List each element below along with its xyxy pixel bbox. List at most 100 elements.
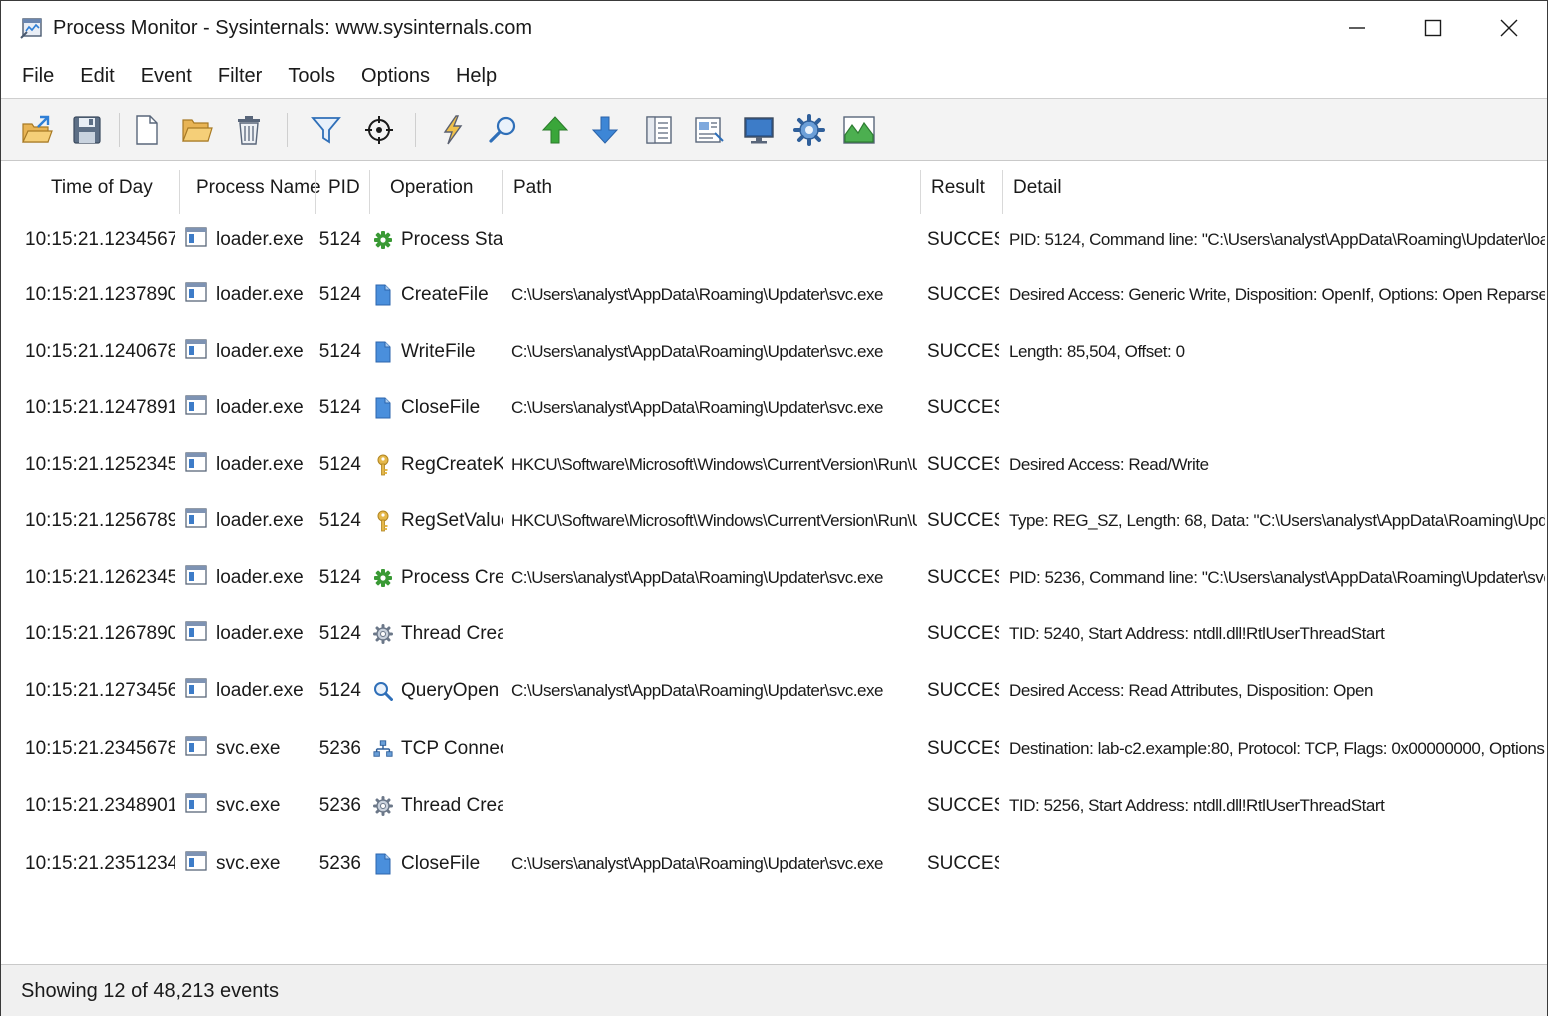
- cell-path: [511, 212, 917, 268]
- cell-operation: RegCreateKey: [373, 437, 503, 493]
- new-document-button[interactable]: [127, 111, 167, 149]
- column-header-pid[interactable]: PID: [328, 162, 360, 214]
- column-header-operation[interactable]: Operation: [390, 162, 473, 214]
- cell-time-of-day: 10:15:21.2351234: [25, 853, 175, 874]
- menu-event[interactable]: Event: [128, 59, 205, 94]
- menu-file[interactable]: File: [9, 59, 67, 94]
- column-divider[interactable]: [920, 170, 921, 214]
- find-previous-button[interactable]: [535, 111, 575, 149]
- show-profiling-button[interactable]: [839, 111, 879, 149]
- cell-time-of-day: 10:15:21.1273456: [25, 680, 175, 701]
- cell-detail: [1009, 380, 1545, 436]
- find-button[interactable]: [483, 111, 523, 149]
- menu-edit[interactable]: Edit: [67, 59, 127, 94]
- find-next-button[interactable]: [585, 111, 625, 149]
- cell-operation: CloseFile: [373, 836, 503, 892]
- open-folder-icon: [182, 119, 213, 142]
- table-row[interactable]: 10:15:21.1252345 loader.exe 5124 RegCreateK…: [1, 437, 1547, 493]
- open-log-button[interactable]: [17, 111, 57, 149]
- column-header-time[interactable]: Time of Day: [51, 162, 153, 214]
- column-divider[interactable]: [502, 170, 503, 214]
- column-divider[interactable]: [1002, 170, 1003, 214]
- process-name-text: loader.exe: [216, 680, 304, 701]
- process-name-text: loader.exe: [216, 623, 304, 644]
- monitor-icon: [744, 117, 774, 144]
- cell-time-of-day: 10:15:21.1252345: [25, 454, 175, 475]
- cell-detail: TID: 5256, Start Address: ntdll.dll!RtlU…: [1009, 796, 1385, 815]
- column-header-result[interactable]: Result: [931, 162, 985, 214]
- cell-detail: Length: 85,504, Offset: 0: [1009, 342, 1185, 361]
- column-header-process-name[interactable]: Process Name: [196, 162, 321, 214]
- save-button[interactable]: [67, 111, 107, 149]
- process-start-icon: [373, 229, 393, 251]
- cell-result: SUCCESS: [927, 567, 999, 588]
- include-process-button[interactable]: [359, 111, 399, 149]
- clear-trash-icon: [238, 116, 260, 145]
- cell-detail: TID: 5240, Start Address: ntdll.dll!RtlU…: [1009, 624, 1385, 643]
- process-window-icon: [185, 339, 207, 365]
- cell-detail: Destination: lab-c2.example:80, Protocol…: [1009, 739, 1545, 758]
- toolbar-separator: [287, 113, 288, 147]
- operation-text: CloseFile: [401, 397, 481, 418]
- table-row[interactable]: 10:15:21.1247891 loader.exe 5124 CloseFile C…: [1, 380, 1547, 436]
- maximize-button[interactable]: [1397, 1, 1469, 55]
- event-properties-icon: [695, 117, 724, 143]
- operation-text: RegSetValue: [401, 510, 503, 531]
- window-title: Process Monitor - Sysinternals: www.sysi…: [53, 17, 533, 39]
- highlight-button[interactable]: [433, 111, 473, 149]
- menu-tools[interactable]: Tools: [275, 59, 348, 94]
- operation-text: RegCreateKey: [401, 454, 503, 475]
- column-header-detail[interactable]: Detail: [1013, 162, 1062, 214]
- table-row[interactable]: 10:15:21.1267890 loader.exe 5124 Thread Cre…: [1, 606, 1547, 662]
- open-folder-button[interactable]: [177, 111, 217, 149]
- event-properties-button[interactable]: [689, 111, 729, 149]
- cell-operation: CloseFile: [373, 380, 503, 436]
- process-window-icon: [185, 793, 207, 819]
- file-icon: [373, 284, 393, 306]
- cell-path: C:\Users\analyst\AppData\Roaming\Updater…: [511, 342, 883, 361]
- cell-detail: Desired Access: Generic Write, Dispositi…: [1009, 285, 1545, 304]
- table-row[interactable]: 10:15:21.1273456 loader.exe 5124 QueryOpen C…: [1, 663, 1547, 719]
- cell-pid: 5124: [318, 229, 361, 250]
- filter-button[interactable]: [306, 111, 346, 149]
- close-button[interactable]: [1473, 1, 1545, 55]
- file-icon: [373, 853, 393, 875]
- show-registry-button[interactable]: [739, 111, 779, 149]
- cell-operation: Process Create: [373, 550, 503, 606]
- menu-filter[interactable]: Filter: [205, 59, 275, 94]
- cell-time-of-day: 10:15:21.1240678: [25, 341, 175, 362]
- toolbar-separator: [119, 113, 120, 147]
- menu-options[interactable]: Options: [348, 59, 443, 94]
- table-row[interactable]: 10:15:21.1256789 loader.exe 5124 RegSetValu…: [1, 493, 1547, 549]
- cell-result: SUCCESS: [927, 853, 999, 874]
- minimize-button[interactable]: [1321, 1, 1393, 55]
- show-process-thread-button[interactable]: [789, 111, 829, 149]
- filter-icon: [311, 117, 341, 144]
- clear-display-button[interactable]: [229, 111, 269, 149]
- process-name-text: loader.exe: [216, 341, 304, 362]
- process-tree-button[interactable]: [639, 111, 679, 149]
- status-bar: Showing 12 of 48,213 events: [1, 964, 1547, 1016]
- process-name-text: svc.exe: [216, 853, 281, 874]
- cell-time-of-day: 10:15:21.1237890: [25, 284, 175, 305]
- column-divider[interactable]: [369, 170, 370, 214]
- table-row[interactable]: 10:15:21.1234567 loader.exe 5124 Process St…: [1, 212, 1547, 268]
- operation-text: CreateFile: [401, 284, 489, 305]
- cell-pid: 5124: [318, 567, 361, 588]
- cell-detail: Desired Access: Read/Write: [1009, 455, 1209, 474]
- cell-process-name: svc.exe: [185, 778, 311, 834]
- registry-key-icon: [373, 454, 393, 476]
- cell-operation: QueryOpen: [373, 663, 503, 719]
- column-divider[interactable]: [315, 170, 316, 214]
- table-row[interactable]: 10:15:21.2345678 svc.exe 5236 TCP Connect SU…: [1, 721, 1547, 777]
- table-row[interactable]: 10:15:21.1237890 loader.exe 5124 CreateFile…: [1, 267, 1547, 323]
- operation-text: QueryOpen: [401, 680, 500, 701]
- table-row[interactable]: 10:15:21.2348901 svc.exe 5236 Thread Create…: [1, 778, 1547, 834]
- table-row[interactable]: 10:15:21.2351234 svc.exe 5236 CloseFile C:\U…: [1, 836, 1547, 892]
- table-row[interactable]: 10:15:21.1262345 loader.exe 5124 Process Cr…: [1, 550, 1547, 606]
- menu-help[interactable]: Help: [443, 59, 510, 94]
- table-row[interactable]: 10:15:21.1240678 loader.exe 5124 WriteFile C…: [1, 324, 1547, 380]
- column-header-path[interactable]: Path: [513, 162, 552, 214]
- menu-bar: File Edit Event Filter Tools Options Hel…: [1, 55, 1547, 99]
- column-divider[interactable]: [179, 170, 180, 214]
